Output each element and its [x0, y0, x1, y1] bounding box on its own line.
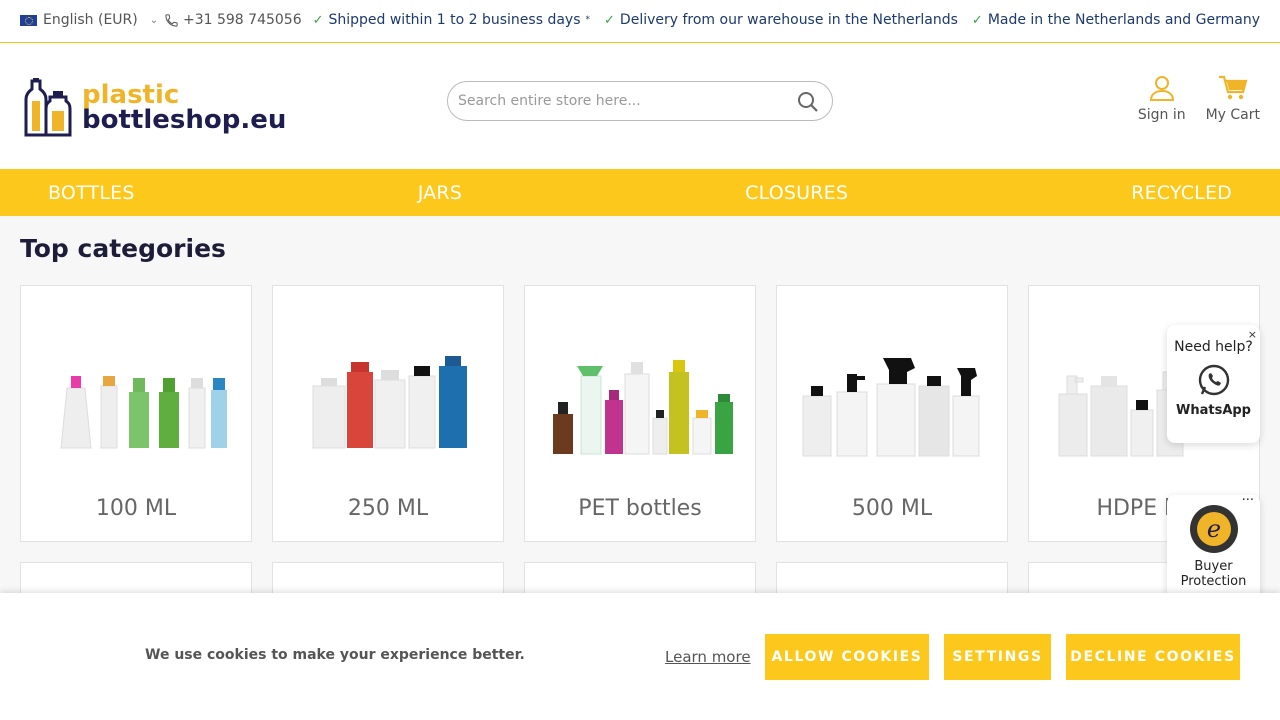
user-icon [1149, 76, 1174, 101]
trusted-shops-badge[interactable]: ··· e Buyer Protection [1167, 493, 1260, 595]
category-label: 500 ML [851, 496, 933, 521]
category-label: 100 ML [95, 496, 177, 521]
top-bar: English (EUR) ⌄ +31 598 745056 ✓ Shipped… [0, 0, 1280, 43]
cart-icon [1218, 75, 1248, 100]
usp-text: Made in the Netherlands and Germany [987, 12, 1260, 28]
chevron-down-icon: ⌄ [149, 14, 159, 26]
nav-item-closures[interactable]: CLOSURES [745, 182, 848, 204]
product-image [802, 358, 980, 457]
product-image [553, 360, 733, 455]
category-card-100ml[interactable]: 100 ML [20, 285, 252, 542]
logo[interactable]: plastic bottleshop.eu [20, 77, 286, 139]
page-title: Top categories [20, 234, 226, 263]
account-links: Sign in My Cart [1138, 75, 1260, 123]
check-icon: ✓ [312, 12, 324, 28]
nav-item-recycled[interactable]: RECYCLED [1131, 182, 1232, 204]
help-title: Need help? [1174, 339, 1253, 355]
more-icon[interactable]: ··· [1242, 493, 1254, 508]
category-card-500ml[interactable]: 500 ML [776, 285, 1008, 542]
search-icon [798, 92, 818, 112]
whatsapp-label: WhatsApp [1176, 403, 1251, 418]
search-input[interactable] [448, 82, 778, 120]
cart-link[interactable]: My Cart [1206, 75, 1260, 123]
usp-item: ✓ Shipped within 1 to 2 business days * [313, 12, 590, 28]
whatsapp-help-widget[interactable]: × Need help? WhatsApp [1167, 325, 1260, 443]
category-card-pet-bottles[interactable]: PET bottles [524, 285, 756, 542]
product-image [312, 356, 467, 449]
cart-label: My Cart [1205, 107, 1260, 123]
category-label: 250 ML [347, 496, 429, 521]
phone-link[interactable]: +31 598 745056 [164, 12, 302, 28]
check-icon: ✓ [971, 12, 983, 28]
category-card-250ml[interactable]: 250 ML [272, 285, 504, 542]
allow-cookies-button[interactable]: ALLOW COOKIES [765, 634, 929, 680]
phone-icon [165, 13, 178, 27]
main-nav: BOTTLES JARS CLOSURES RECYCLED [0, 169, 1280, 216]
site-header: plastic bottleshop.eu Sign in My Cart [0, 43, 1280, 169]
usp-item: ✓ Made in the Netherlands and Germany [972, 12, 1260, 28]
check-icon: ✓ [604, 12, 615, 28]
trust-line1: Buyer [1194, 559, 1233, 574]
category-label: PET bottles [578, 496, 702, 521]
decline-cookies-button[interactable]: DECLINE COOKIES [1066, 634, 1240, 680]
whatsapp-icon [1198, 364, 1229, 396]
language-switcher[interactable]: English (EUR) ⌄ [20, 12, 158, 28]
settings-button[interactable]: SETTINGS [944, 634, 1051, 680]
usp-text: Shipped within 1 to 2 business days [328, 12, 581, 28]
nav-item-bottles[interactable]: BOTTLES [48, 182, 135, 204]
logo-text-bottom: bottleshop.eu [82, 105, 287, 135]
svg-text:e: e [1206, 515, 1220, 543]
sign-in-link[interactable]: Sign in [1138, 75, 1186, 123]
trusted-shops-seal-icon: e [1189, 505, 1238, 553]
cookie-banner: We use cookies to make your experience b… [0, 593, 1280, 720]
sign-in-label: Sign in [1137, 107, 1186, 123]
search-box [447, 81, 833, 121]
language-label: English (EUR) [43, 12, 138, 28]
product-image [60, 376, 227, 449]
learn-more-link[interactable]: Learn more [665, 648, 751, 666]
phone-number: +31 598 745056 [183, 12, 302, 28]
usp-item: ✓ Delivery from our warehouse in the Net… [604, 12, 958, 28]
close-icon[interactable]: × [1248, 328, 1257, 341]
usp-text: Delivery from our warehouse in the Nethe… [619, 12, 958, 28]
search-button[interactable] [796, 90, 820, 114]
bottle-logo-icon [24, 78, 72, 137]
usp-footnote: * [585, 15, 591, 25]
usp-list: ✓ Shipped within 1 to 2 business days * ✓… [313, 12, 1260, 28]
cookie-message: We use cookies to make your experience b… [145, 647, 525, 663]
nav-item-jars[interactable]: JARS [418, 182, 462, 204]
eu-flag-icon [20, 14, 37, 26]
trust-line2: Protection [1180, 574, 1247, 589]
